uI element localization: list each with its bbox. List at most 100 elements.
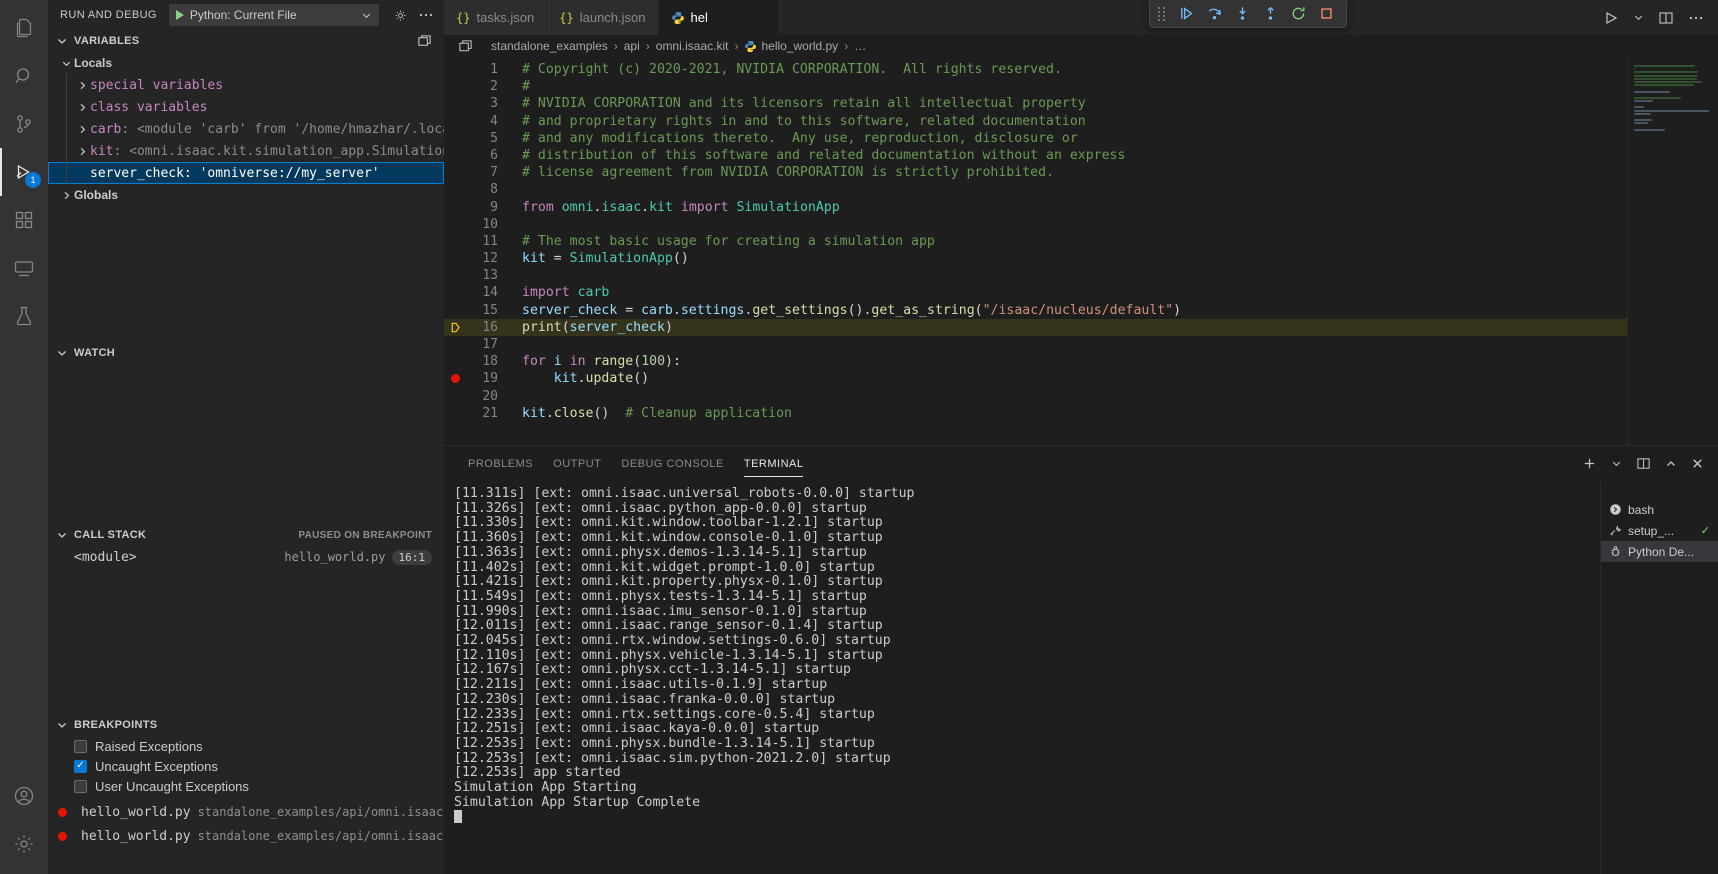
step-into-button[interactable] — [1230, 2, 1254, 26]
breakpoint-file-row[interactable]: hello_world.py standalone_examples/api/o… — [48, 802, 506, 822]
code-line[interactable]: 3 # NVIDIA CORPORATION and its licensors … — [444, 95, 1718, 112]
breakpoint-gutter-dot[interactable] — [444, 374, 466, 384]
split-icon[interactable] — [1636, 456, 1651, 471]
line-number: 16 — [482, 319, 498, 335]
variable-row-class-variables[interactable]: class variables — [48, 96, 444, 118]
open-launch-json-button[interactable] — [393, 8, 408, 23]
variable-row-kit[interactable]: kit: <omni.isaac.kit.simulation_app.Simu… — [48, 140, 444, 162]
split-editor-icon[interactable] — [1658, 10, 1674, 26]
terminal-tab-python-debug[interactable]: Python De... — [1601, 541, 1718, 562]
code-line[interactable]: 12 kit = SimulationApp() — [444, 250, 1718, 267]
step-over-button[interactable] — [1202, 2, 1226, 26]
activity-item-explorer[interactable] — [0, 4, 48, 52]
tab-launch-json[interactable]: {} launch.json — [547, 0, 659, 35]
breakpoint-exception-row[interactable]: Raised Exceptions — [48, 736, 444, 756]
tab-tasks-json[interactable]: {} tasks.json — [444, 0, 548, 35]
terminal-tab-bash[interactable]: bash — [1601, 499, 1718, 520]
code-line[interactable]: 9 from omni.isaac.kit import SimulationAp… — [444, 199, 1718, 216]
code-line[interactable]: 5 # and any modifications thereto. Any us… — [444, 130, 1718, 147]
chevron-up-icon[interactable] — [1665, 458, 1677, 470]
grip-icon[interactable] — [1158, 6, 1168, 21]
tab-debug-console[interactable]: DEBUG CONSOLE — [611, 446, 733, 481]
terminal-cursor — [454, 810, 462, 824]
code-line[interactable]: 6 # distribution of this software and rel… — [444, 147, 1718, 164]
terminal-line: [11.326s] [ext: omni.isaac.python_app-0.… — [454, 500, 867, 516]
code-line[interactable]: 8 — [444, 181, 1718, 198]
code-line[interactable]: 7 # license agreement from NVIDIA CORPORA… — [444, 164, 1718, 181]
editor-tab-bar: {} tasks.json {} launch.json hel — [444, 0, 1718, 35]
watch-body[interactable] — [48, 364, 444, 524]
breadcrumb-item[interactable]: api — [624, 39, 640, 53]
code-line[interactable]: 20 — [444, 388, 1718, 405]
watch-section: WATCH — [48, 342, 444, 524]
activity-item-accounts[interactable] — [0, 772, 48, 820]
breakpoint-exception-row[interactable]: User Uncaught Exceptions — [48, 776, 444, 796]
code-line[interactable]: 2 # — [444, 78, 1718, 95]
code-editor[interactable]: 1 # Copyright (c) 2020-2021, NVIDIA CORPO… — [444, 57, 1718, 445]
watch-section-header[interactable]: WATCH — [48, 342, 444, 364]
code-line[interactable]: 18 for i in range(100): — [444, 353, 1718, 370]
breadcrumb-item[interactable]: standalone_examples — [491, 39, 608, 53]
terminal-tab-setup[interactable]: setup_... ✓ — [1601, 520, 1718, 541]
breakpoints-section-header[interactable]: BREAKPOINTS — [48, 714, 444, 736]
breadcrumb-item[interactable]: hello_world.py — [761, 39, 838, 53]
stop-button[interactable] — [1314, 2, 1338, 26]
restart-button[interactable] — [1286, 2, 1310, 26]
code-line[interactable]: 13 — [444, 267, 1718, 284]
tab-terminal[interactable]: TERMINAL — [734, 446, 814, 481]
activity-item-remote-explorer[interactable] — [0, 244, 48, 292]
plus-icon[interactable] — [1582, 456, 1597, 471]
code-line[interactable]: 17 — [444, 336, 1718, 353]
variable-row-special-variables[interactable]: special variables — [48, 74, 444, 96]
step-out-button[interactable] — [1258, 2, 1282, 26]
checkbox-unchecked-icon[interactable] — [74, 779, 87, 793]
code-line[interactable]: 14 import carb — [444, 284, 1718, 301]
chevron-down-icon[interactable] — [1633, 12, 1644, 23]
current-execution-pointer[interactable] — [444, 321, 466, 334]
minimap[interactable] — [1628, 57, 1718, 445]
code-line[interactable]: 16 print(server_check) — [444, 318, 1718, 336]
chevron-down-icon[interactable] — [1611, 458, 1622, 469]
checkbox-unchecked-icon[interactable] — [74, 739, 87, 753]
code-line[interactable]: 11 # The most basic usage for creating a … — [444, 233, 1718, 250]
debug-configuration-select[interactable]: Python: Current File — [168, 4, 379, 26]
code-line[interactable]: 15 server_check = carb.settings.get_setti… — [444, 302, 1718, 319]
activity-item-run-and-debug[interactable]: 1 — [0, 148, 48, 196]
terminal-output[interactable]: [11.311s] [ext: omni.isaac.universal_rob… — [444, 481, 1600, 874]
open-variables-panel-button[interactable] — [417, 34, 444, 49]
callstack-row[interactable]: <module> hello_world.py 16:1 — [48, 546, 444, 568]
ellipsis-icon[interactable] — [1688, 10, 1704, 26]
code-line[interactable]: 4 # and proprietary rights in and to this… — [444, 113, 1718, 130]
toggle-panel-icon[interactable] — [458, 39, 487, 54]
activity-item-settings[interactable] — [0, 820, 48, 868]
breakpoint-file-row[interactable]: hello_world.py standalone_examples/api/o… — [48, 826, 506, 846]
variables-section-header[interactable]: VARIABLES — [48, 30, 444, 52]
close-icon[interactable] — [1691, 457, 1704, 470]
variable-row-server-check[interactable]: server_check: 'omniverse://my_server' — [48, 162, 444, 184]
code-line[interactable]: 10 — [444, 216, 1718, 233]
code-line[interactable]: 1 # Copyright (c) 2020-2021, NVIDIA CORPO… — [444, 61, 1718, 78]
line-text: # and any modifications thereto. Any use… — [522, 130, 1078, 146]
breadcrumb-item[interactable]: … — [854, 39, 866, 53]
variable-row-carb[interactable]: carb: <module 'carb' from '/home/hmazhar… — [48, 118, 444, 140]
breakpoint-exception-row[interactable]: Uncaught Exceptions — [48, 756, 444, 776]
callstack-section-header[interactable]: CALL STACK PAUSED ON BREAKPOINT — [48, 524, 444, 546]
activity-item-testing[interactable] — [0, 292, 48, 340]
checkbox-checked-icon[interactable] — [74, 759, 87, 773]
run-python-file-button[interactable] — [1603, 10, 1619, 26]
variables-scope-globals[interactable]: Globals — [48, 184, 444, 206]
activity-item-source-control[interactable] — [0, 100, 48, 148]
editor-actions — [1589, 0, 1718, 35]
tab-problems[interactable]: PROBLEMS — [458, 446, 543, 481]
activity-item-extensions[interactable] — [0, 196, 48, 244]
variables-scope-locals[interactable]: Locals — [48, 52, 444, 74]
code-line[interactable]: 19 kit.update() — [444, 370, 1718, 387]
breadcrumb-item[interactable]: omni.isaac.kit — [656, 39, 729, 53]
activity-item-search[interactable] — [0, 52, 48, 100]
code-line[interactable]: 21 kit.close() # Cleanup application — [444, 405, 1718, 422]
more-actions-button[interactable] — [418, 7, 434, 23]
continue-button[interactable] — [1174, 2, 1198, 26]
line-number: 21 — [482, 405, 498, 421]
tab-output[interactable]: OUTPUT — [543, 446, 611, 481]
tab-hello-world-py[interactable]: hel — [658, 0, 779, 35]
